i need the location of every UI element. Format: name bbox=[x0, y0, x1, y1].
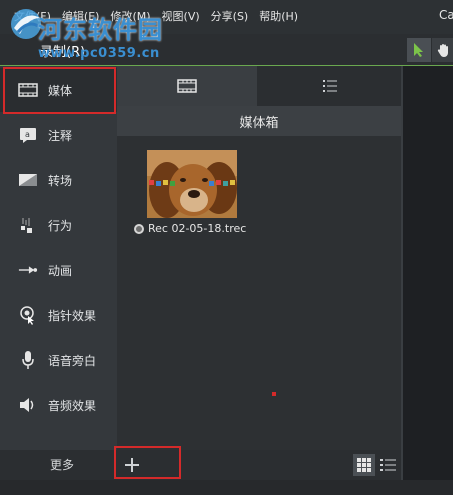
list-view-button[interactable] bbox=[377, 454, 399, 476]
media-clip[interactable]: Rec 02-05-18.trec bbox=[131, 150, 253, 240]
menu-share[interactable]: 分享(S) bbox=[211, 8, 249, 24]
microphone-icon bbox=[18, 350, 38, 370]
cursor-effect-icon bbox=[18, 305, 38, 325]
sidebar-item-label: 转场 bbox=[48, 173, 73, 188]
pan-tool-button[interactable] bbox=[432, 38, 453, 62]
grid-icon bbox=[357, 458, 371, 472]
watermark-name: 河东软件园 bbox=[38, 15, 163, 44]
sidebar-item-voice-narration[interactable]: 语音旁白 bbox=[0, 338, 117, 382]
sidebar-item-audio-effects[interactable]: 音频效果 bbox=[0, 383, 117, 427]
clip-name: Rec 02-05-18.trec bbox=[148, 222, 247, 235]
behavior-icon bbox=[18, 215, 38, 235]
more-tools-bar: 更多 bbox=[0, 450, 117, 480]
add-button-highlight bbox=[114, 446, 181, 479]
tab-media-bin[interactable] bbox=[117, 66, 257, 106]
arrow-cursor-icon bbox=[414, 43, 423, 57]
menu-view[interactable]: 视图(V) bbox=[162, 8, 200, 24]
sidebar-item-transitions[interactable]: 转场 bbox=[0, 158, 117, 202]
sidebar-item-cursor-effects[interactable]: 指针效果 bbox=[0, 293, 117, 337]
app-title: Ca bbox=[439, 8, 453, 22]
canvas-preview[interactable] bbox=[401, 66, 453, 480]
sidebar-item-animations[interactable]: 动画 bbox=[0, 248, 117, 292]
transition-icon bbox=[18, 170, 38, 190]
media-bin-area[interactable]: Rec 02-05-18.trec bbox=[117, 136, 401, 450]
selection-highlight bbox=[3, 67, 116, 114]
svg-text:a: a bbox=[25, 130, 30, 139]
marker-dot bbox=[272, 392, 276, 396]
watermark-url: www.pc0359.cn bbox=[38, 46, 160, 61]
sidebar-item-annotations[interactable]: a 注释 bbox=[0, 113, 117, 157]
sidebar-item-label: 行为 bbox=[48, 218, 73, 233]
clip-thumbnail bbox=[147, 150, 237, 218]
more-button[interactable]: 更多 bbox=[50, 456, 74, 473]
details-list-icon bbox=[380, 459, 396, 471]
hand-icon bbox=[437, 44, 448, 58]
media-tabs bbox=[117, 66, 401, 106]
media-bin-title: 媒体箱 bbox=[117, 106, 401, 136]
grid-view-button[interactable] bbox=[353, 454, 375, 476]
sidebar-item-label: 注释 bbox=[48, 128, 73, 143]
sidebar-item-behaviors[interactable]: 行为 bbox=[0, 203, 117, 247]
status-strip bbox=[0, 480, 453, 495]
clip-name-label: Rec 02-05-18.trec bbox=[134, 222, 246, 235]
sidebar-item-label: 语音旁白 bbox=[48, 353, 97, 368]
media-panel: 媒体箱 Rec 02-05-18.trec bbox=[117, 66, 401, 480]
tool-sidebar: 媒体 a 注释 转场 行为 动画 指针效果 语音旁白 音频效果 bbox=[0, 66, 117, 450]
recording-icon bbox=[134, 223, 144, 234]
sidebar-item-label: 音频效果 bbox=[48, 398, 97, 413]
tab-library[interactable] bbox=[258, 66, 401, 106]
speaker-icon bbox=[18, 395, 38, 415]
select-tool-button[interactable] bbox=[407, 38, 431, 62]
film-icon bbox=[177, 79, 197, 93]
sidebar-item-label: 指针效果 bbox=[48, 308, 97, 323]
sidebar-item-label: 动画 bbox=[48, 263, 73, 278]
list-icon bbox=[322, 80, 337, 92]
annotation-icon: a bbox=[18, 125, 38, 145]
menu-help[interactable]: 帮助(H) bbox=[259, 8, 298, 24]
animation-icon bbox=[18, 260, 38, 280]
